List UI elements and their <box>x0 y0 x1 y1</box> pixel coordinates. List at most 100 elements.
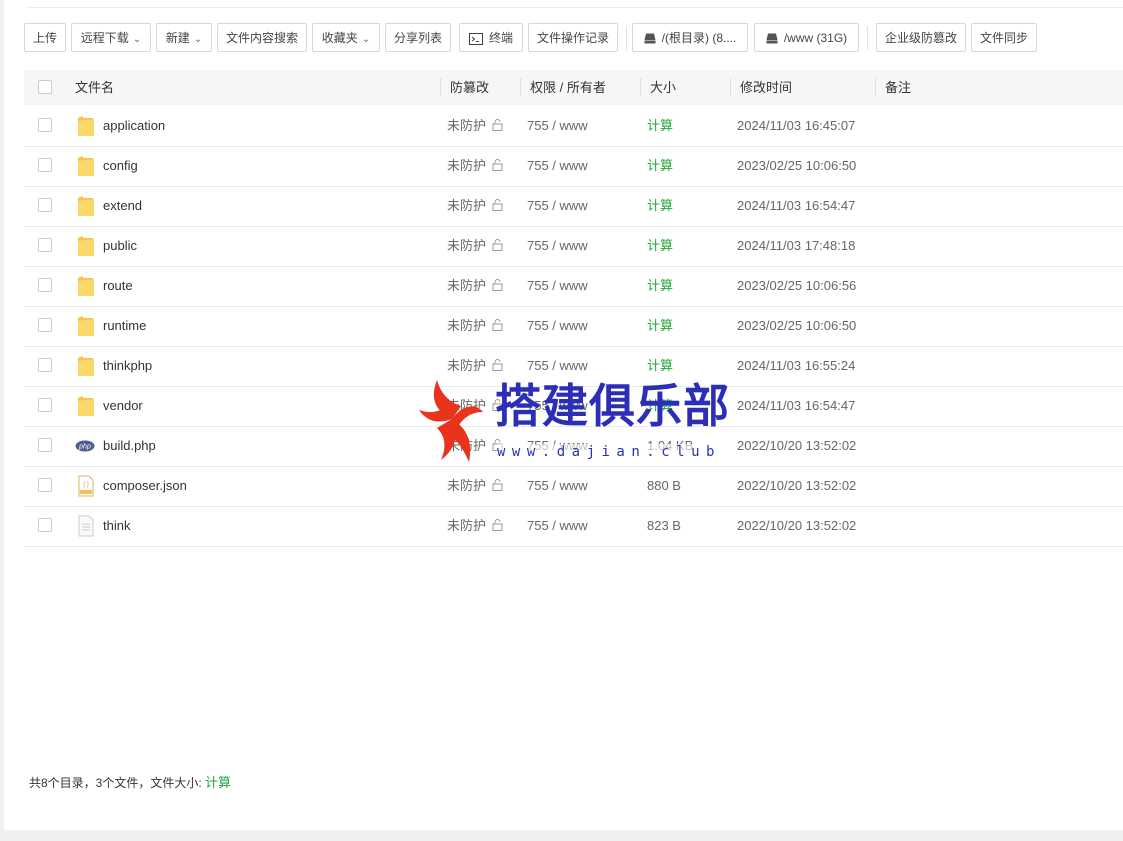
disk-icon <box>766 33 778 44</box>
permission-owner[interactable]: 755 / www <box>527 506 588 546</box>
terminal-icon <box>468 32 483 45</box>
header-mtime[interactable]: 修改时间 <box>740 70 792 105</box>
table-row[interactable]: config 未防护 755 / www 计算 2023/02/25 10:06:50 <box>24 146 1123 187</box>
row-checkbox[interactable] <box>38 478 52 492</box>
table-row[interactable]: php build.php 未防护 755 / www 1.04 KB 2022/10/2… <box>24 426 1123 467</box>
select-all-checkbox[interactable] <box>38 80 52 94</box>
file-size[interactable]: 计算 <box>647 106 673 146</box>
row-checkbox[interactable] <box>38 158 52 172</box>
table-row[interactable]: public 未防护 755 / www 计算 2024/11/03 17:48:18 <box>24 226 1123 267</box>
unlock-icon[interactable] <box>492 119 505 134</box>
unlock-icon[interactable] <box>492 399 505 414</box>
table-row[interactable]: route 未防护 755 / www 计算 2023/02/25 10:06:56 <box>24 266 1123 307</box>
row-checkbox[interactable] <box>38 398 52 412</box>
folder-icon <box>77 235 95 260</box>
unlock-icon[interactable] <box>492 359 505 374</box>
modified-time: 2023/02/25 10:06:56 <box>737 278 857 293</box>
unlock-icon[interactable] <box>492 279 505 294</box>
row-checkbox[interactable] <box>38 518 52 532</box>
permission-owner[interactable]: 755 / www <box>527 226 588 266</box>
file-name[interactable]: think <box>103 506 130 546</box>
folder-icon <box>77 275 95 300</box>
table-row[interactable]: runtime 未防护 755 / www 计算 2023/02/25 10:06:50 <box>24 306 1123 347</box>
terminal-button[interactable]: 终端 <box>459 23 523 52</box>
new-button[interactable]: 新建 ⌄ <box>156 23 212 52</box>
file-name[interactable]: extend <box>103 186 142 226</box>
unlock-icon[interactable] <box>492 199 505 214</box>
row-checkbox[interactable] <box>38 278 52 292</box>
file-name[interactable]: build.php <box>103 426 156 466</box>
enterprise-tamper-button[interactable]: 企业级防篡改 <box>876 23 966 52</box>
file-size[interactable]: 计算 <box>647 346 673 386</box>
header-name[interactable]: 文件名 <box>75 70 114 105</box>
unlock-icon[interactable] <box>492 479 505 494</box>
modified-time: 2022/10/20 13:52:02 <box>737 438 857 453</box>
permission-owner[interactable]: 755 / www <box>527 106 588 146</box>
row-checkbox[interactable] <box>38 118 52 132</box>
modified-time: 2024/11/03 17:48:18 <box>737 238 856 253</box>
file-name[interactable]: route <box>103 266 133 306</box>
file-size[interactable]: 计算 <box>647 226 673 266</box>
folder-icon <box>77 115 95 140</box>
file-size[interactable]: 计算 <box>647 146 673 186</box>
modified-time: 2024/11/03 16:55:24 <box>737 358 856 373</box>
file-name[interactable]: thinkphp <box>103 346 152 386</box>
permission-owner[interactable]: 755 / www <box>527 386 588 426</box>
disk-root-button[interactable]: /(根目录) (8.... <box>632 23 748 52</box>
permission-owner[interactable]: 755 / www <box>527 146 588 186</box>
content-search-button[interactable]: 文件内容搜索 <box>217 23 307 52</box>
enterprise-tamper-label: 企业级防篡改 <box>884 31 957 45</box>
row-checkbox[interactable] <box>38 318 52 332</box>
table-row[interactable]: think 未防护 755 / www 823 B 2022/10/20 13:52:0… <box>24 506 1123 547</box>
unlock-icon[interactable] <box>492 319 505 334</box>
unlock-icon[interactable] <box>492 519 505 534</box>
column-divider <box>640 78 641 97</box>
file-name[interactable]: config <box>103 146 138 186</box>
favorites-button[interactable]: 收藏夹 ⌄ <box>312 23 380 52</box>
table-row[interactable]: thinkphp 未防护 755 / www 计算 2024/11/03 16:55:2… <box>24 346 1123 387</box>
folder-icon <box>77 395 95 420</box>
permission-owner[interactable]: 755 / www <box>527 306 588 346</box>
permission-owner[interactable]: 755 / www <box>527 346 588 386</box>
file-size[interactable]: 计算 <box>647 186 673 226</box>
permission-owner[interactable]: 755 / www <box>527 186 588 226</box>
table-row[interactable]: application 未防护 755 / www 计算 2024/11/03 16:4… <box>24 106 1123 147</box>
file-sync-button[interactable]: 文件同步 <box>971 23 1037 52</box>
operation-log-button[interactable]: 文件操作记录 <box>528 23 618 52</box>
disk-www-button[interactable]: /www (31G) <box>754 23 859 52</box>
table-row[interactable]: vendor 未防护 755 / www 计算 2024/11/03 16:54:47 <box>24 386 1123 427</box>
file-name[interactable]: application <box>103 106 165 146</box>
table-row[interactable]: { } composer.json 未防护 755 / www 880 B 2022/10… <box>24 466 1123 507</box>
column-divider <box>520 78 521 97</box>
row-checkbox[interactable] <box>38 358 52 372</box>
header-tamper[interactable]: 防篡改 <box>450 70 489 105</box>
remote-download-label: 远程下载 <box>80 31 129 45</box>
modified-time: 2024/11/03 16:54:47 <box>737 198 856 213</box>
file-name[interactable]: public <box>103 226 137 266</box>
row-checkbox[interactable] <box>38 438 52 452</box>
file-name[interactable]: composer.json <box>103 466 187 506</box>
file-sync-label: 文件同步 <box>979 31 1028 45</box>
unlock-icon[interactable] <box>492 439 505 454</box>
file-size[interactable]: 计算 <box>647 266 673 306</box>
file-size[interactable]: 计算 <box>647 306 673 346</box>
permission-owner[interactable]: 755 / www <box>527 426 588 466</box>
header-size[interactable]: 大小 <box>650 70 676 105</box>
upload-button[interactable]: 上传 <box>24 23 66 52</box>
toolbar-divider <box>867 26 868 50</box>
file-size[interactable]: 计算 <box>647 386 673 426</box>
remote-download-button[interactable]: 远程下载 ⌄ <box>71 23 151 52</box>
unlock-icon[interactable] <box>492 159 505 174</box>
header-permission[interactable]: 权限 / 所有者 <box>530 70 606 105</box>
column-divider <box>730 78 731 97</box>
permission-owner[interactable]: 755 / www <box>527 466 588 506</box>
table-row[interactable]: extend 未防护 755 / www 计算 2024/11/03 16:54:47 <box>24 186 1123 227</box>
file-name[interactable]: vendor <box>103 386 143 426</box>
share-list-button[interactable]: 分享列表 <box>385 23 451 52</box>
row-checkbox[interactable] <box>38 238 52 252</box>
row-checkbox[interactable] <box>38 198 52 212</box>
unlock-icon[interactable] <box>492 239 505 254</box>
file-name[interactable]: runtime <box>103 306 146 346</box>
footer-calc-link[interactable]: 计算 <box>205 775 231 790</box>
permission-owner[interactable]: 755 / www <box>527 266 588 306</box>
